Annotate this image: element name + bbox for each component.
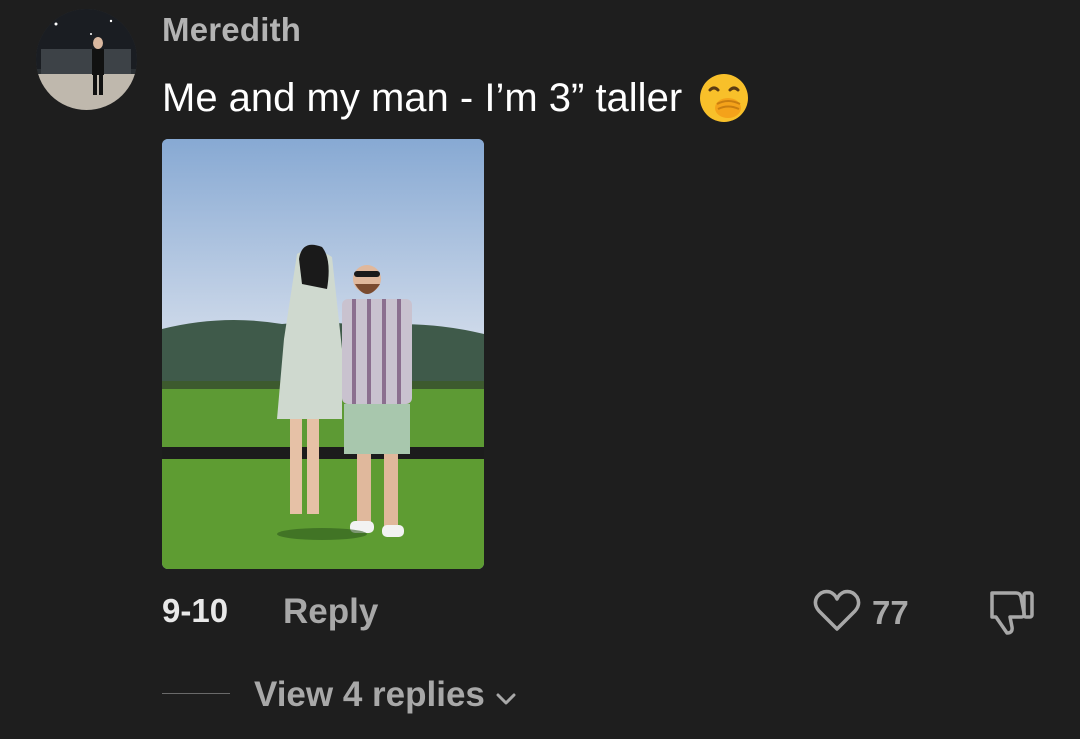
comment-body: Me and my man - I’m 3” taller (162, 75, 683, 120)
comment-text: Me and my man - I’m 3” taller (162, 72, 750, 124)
chevron-down-icon (495, 675, 517, 715)
reply-button[interactable]: Reply (283, 592, 378, 632)
thumbs-down-icon (984, 591, 1038, 641)
heart-icon (812, 587, 862, 638)
username[interactable]: Meredith (162, 11, 301, 49)
like-button[interactable]: 77 (812, 587, 909, 638)
dislike-button[interactable] (984, 587, 1038, 637)
like-count: 77 (872, 593, 909, 631)
comment-date: 9-10 (162, 592, 229, 629)
view-replies-button[interactable]: View 4 replies (254, 675, 517, 715)
comment-photo[interactable] (162, 139, 484, 569)
avatar[interactable] (36, 9, 137, 110)
replies-divider (162, 693, 230, 694)
view-replies-label: View 4 replies (254, 675, 485, 714)
hand-over-mouth-emoji (698, 72, 750, 124)
